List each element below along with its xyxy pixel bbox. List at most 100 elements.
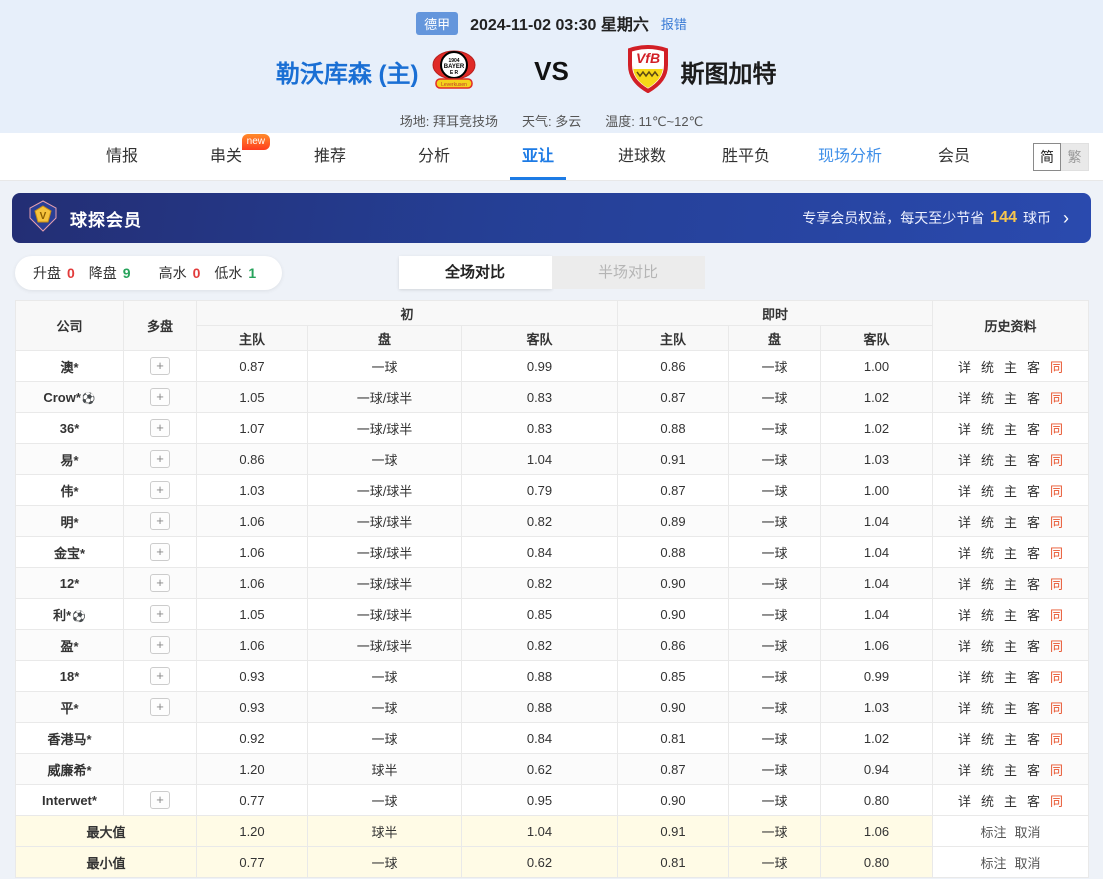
history-link-stats[interactable]: 统 — [981, 391, 994, 406]
home-team-name[interactable]: 勒沃库森 (主) — [276, 54, 419, 89]
company-link[interactable]: 盈* — [60, 639, 78, 654]
company-link[interactable]: 威廉希* — [47, 763, 91, 778]
tab-asian-handicap[interactable]: 亚让 — [486, 133, 590, 180]
expand-multi-button[interactable]: + — [150, 574, 170, 592]
history-link-away[interactable]: 客 — [1027, 391, 1040, 406]
history-link-away[interactable]: 客 — [1027, 453, 1040, 468]
history-link-same[interactable]: 同 — [1050, 608, 1063, 623]
away-team-name[interactable]: 斯图加特 — [681, 54, 777, 89]
chevron-right-icon[interactable]: › — [1063, 208, 1069, 229]
history-link-stats[interactable]: 统 — [981, 484, 994, 499]
history-link-home[interactable]: 主 — [1004, 360, 1017, 375]
company-link[interactable]: 澳* — [60, 360, 78, 375]
history-link-stats[interactable]: 统 — [981, 608, 994, 623]
history-link-same[interactable]: 同 — [1050, 515, 1063, 530]
history-link-detail[interactable]: 详 — [958, 639, 971, 654]
history-link-home[interactable]: 主 — [1004, 670, 1017, 685]
history-link-away[interactable]: 客 — [1027, 484, 1040, 499]
tab-full-match[interactable]: 全场对比 — [399, 256, 552, 289]
expand-multi-button[interactable]: + — [150, 512, 170, 530]
history-link-home[interactable]: 主 — [1004, 577, 1017, 592]
history-link-detail[interactable]: 详 — [958, 515, 971, 530]
history-link-away[interactable]: 客 — [1027, 360, 1040, 375]
tab-half-match[interactable]: 半场对比 — [552, 256, 705, 289]
history-link-stats[interactable]: 统 — [981, 515, 994, 530]
history-link-stats[interactable]: 统 — [981, 546, 994, 561]
history-link-detail[interactable]: 详 — [958, 763, 971, 778]
history-link-home[interactable]: 主 — [1004, 515, 1017, 530]
history-link-home[interactable]: 主 — [1004, 608, 1017, 623]
tab-member[interactable]: 会员 — [902, 133, 1006, 180]
history-link-detail[interactable]: 详 — [958, 670, 971, 685]
tab-goals[interactable]: 进球数 — [590, 133, 694, 180]
company-link[interactable]: 36* — [60, 421, 80, 436]
history-link-stats[interactable]: 统 — [981, 732, 994, 747]
history-link-detail[interactable]: 详 — [958, 577, 971, 592]
lang-simplified-button[interactable]: 简 — [1033, 143, 1061, 171]
expand-multi-button[interactable]: + — [150, 698, 170, 716]
history-link-detail[interactable]: 详 — [958, 732, 971, 747]
history-link-detail[interactable]: 详 — [958, 794, 971, 809]
history-link-home[interactable]: 主 — [1004, 732, 1017, 747]
history-link-same[interactable]: 同 — [1050, 546, 1063, 561]
company-link[interactable]: Interwet* — [42, 793, 97, 808]
company-link[interactable]: 明* — [60, 515, 78, 530]
mark-link[interactable]: 标注 — [981, 856, 1007, 871]
history-link-home[interactable]: 主 — [1004, 701, 1017, 716]
history-link-away[interactable]: 客 — [1027, 422, 1040, 437]
report-error-link[interactable]: 报错 — [661, 14, 687, 33]
history-link-away[interactable]: 客 — [1027, 701, 1040, 716]
history-link-detail[interactable]: 详 — [958, 360, 971, 375]
company-link[interactable]: 18* — [60, 669, 80, 684]
expand-multi-button[interactable]: + — [150, 388, 170, 406]
history-link-home[interactable]: 主 — [1004, 763, 1017, 778]
tab-parlay[interactable]: 串关new — [174, 133, 278, 180]
expand-multi-button[interactable]: + — [150, 791, 170, 809]
history-link-stats[interactable]: 统 — [981, 763, 994, 778]
tab-intel[interactable]: 情报 — [70, 133, 174, 180]
history-link-home[interactable]: 主 — [1004, 794, 1017, 809]
expand-multi-button[interactable]: + — [150, 450, 170, 468]
history-link-away[interactable]: 客 — [1027, 763, 1040, 778]
company-link[interactable]: Crow* — [43, 390, 81, 405]
history-link-same[interactable]: 同 — [1050, 577, 1063, 592]
company-link[interactable]: 平* — [60, 701, 78, 716]
lang-traditional-button[interactable]: 繁 — [1061, 143, 1089, 171]
history-link-detail[interactable]: 详 — [958, 422, 971, 437]
company-link[interactable]: 伟* — [60, 484, 78, 499]
history-link-stats[interactable]: 统 — [981, 422, 994, 437]
history-link-away[interactable]: 客 — [1027, 794, 1040, 809]
history-link-away[interactable]: 客 — [1027, 546, 1040, 561]
history-link-stats[interactable]: 统 — [981, 453, 994, 468]
history-link-same[interactable]: 同 — [1050, 639, 1063, 654]
history-link-same[interactable]: 同 — [1050, 422, 1063, 437]
company-link[interactable]: 香港马* — [47, 732, 91, 747]
expand-multi-button[interactable]: + — [150, 481, 170, 499]
history-link-same[interactable]: 同 — [1050, 484, 1063, 499]
expand-multi-button[interactable]: + — [150, 543, 170, 561]
history-link-same[interactable]: 同 — [1050, 391, 1063, 406]
history-link-detail[interactable]: 详 — [958, 546, 971, 561]
tab-analysis[interactable]: 分析 — [382, 133, 486, 180]
history-link-detail[interactable]: 详 — [958, 484, 971, 499]
history-link-stats[interactable]: 统 — [981, 639, 994, 654]
history-link-detail[interactable]: 详 — [958, 608, 971, 623]
tab-live-analysis[interactable]: 现场分析 — [798, 133, 902, 180]
history-link-detail[interactable]: 详 — [958, 453, 971, 468]
expand-multi-button[interactable]: + — [150, 357, 170, 375]
company-link[interactable]: 12* — [60, 576, 80, 591]
tab-recommend[interactable]: 推荐 — [278, 133, 382, 180]
company-link[interactable]: 金宝* — [54, 546, 85, 561]
history-link-home[interactable]: 主 — [1004, 546, 1017, 561]
history-link-stats[interactable]: 统 — [981, 794, 994, 809]
history-link-stats[interactable]: 统 — [981, 670, 994, 685]
expand-multi-button[interactable]: + — [150, 636, 170, 654]
history-link-same[interactable]: 同 — [1050, 732, 1063, 747]
history-link-same[interactable]: 同 — [1050, 670, 1063, 685]
history-link-home[interactable]: 主 — [1004, 639, 1017, 654]
cancel-link[interactable]: 取消 — [1015, 856, 1041, 871]
history-link-away[interactable]: 客 — [1027, 577, 1040, 592]
history-link-stats[interactable]: 统 — [981, 360, 994, 375]
league-badge[interactable]: 德甲 — [416, 12, 458, 35]
history-link-away[interactable]: 客 — [1027, 670, 1040, 685]
